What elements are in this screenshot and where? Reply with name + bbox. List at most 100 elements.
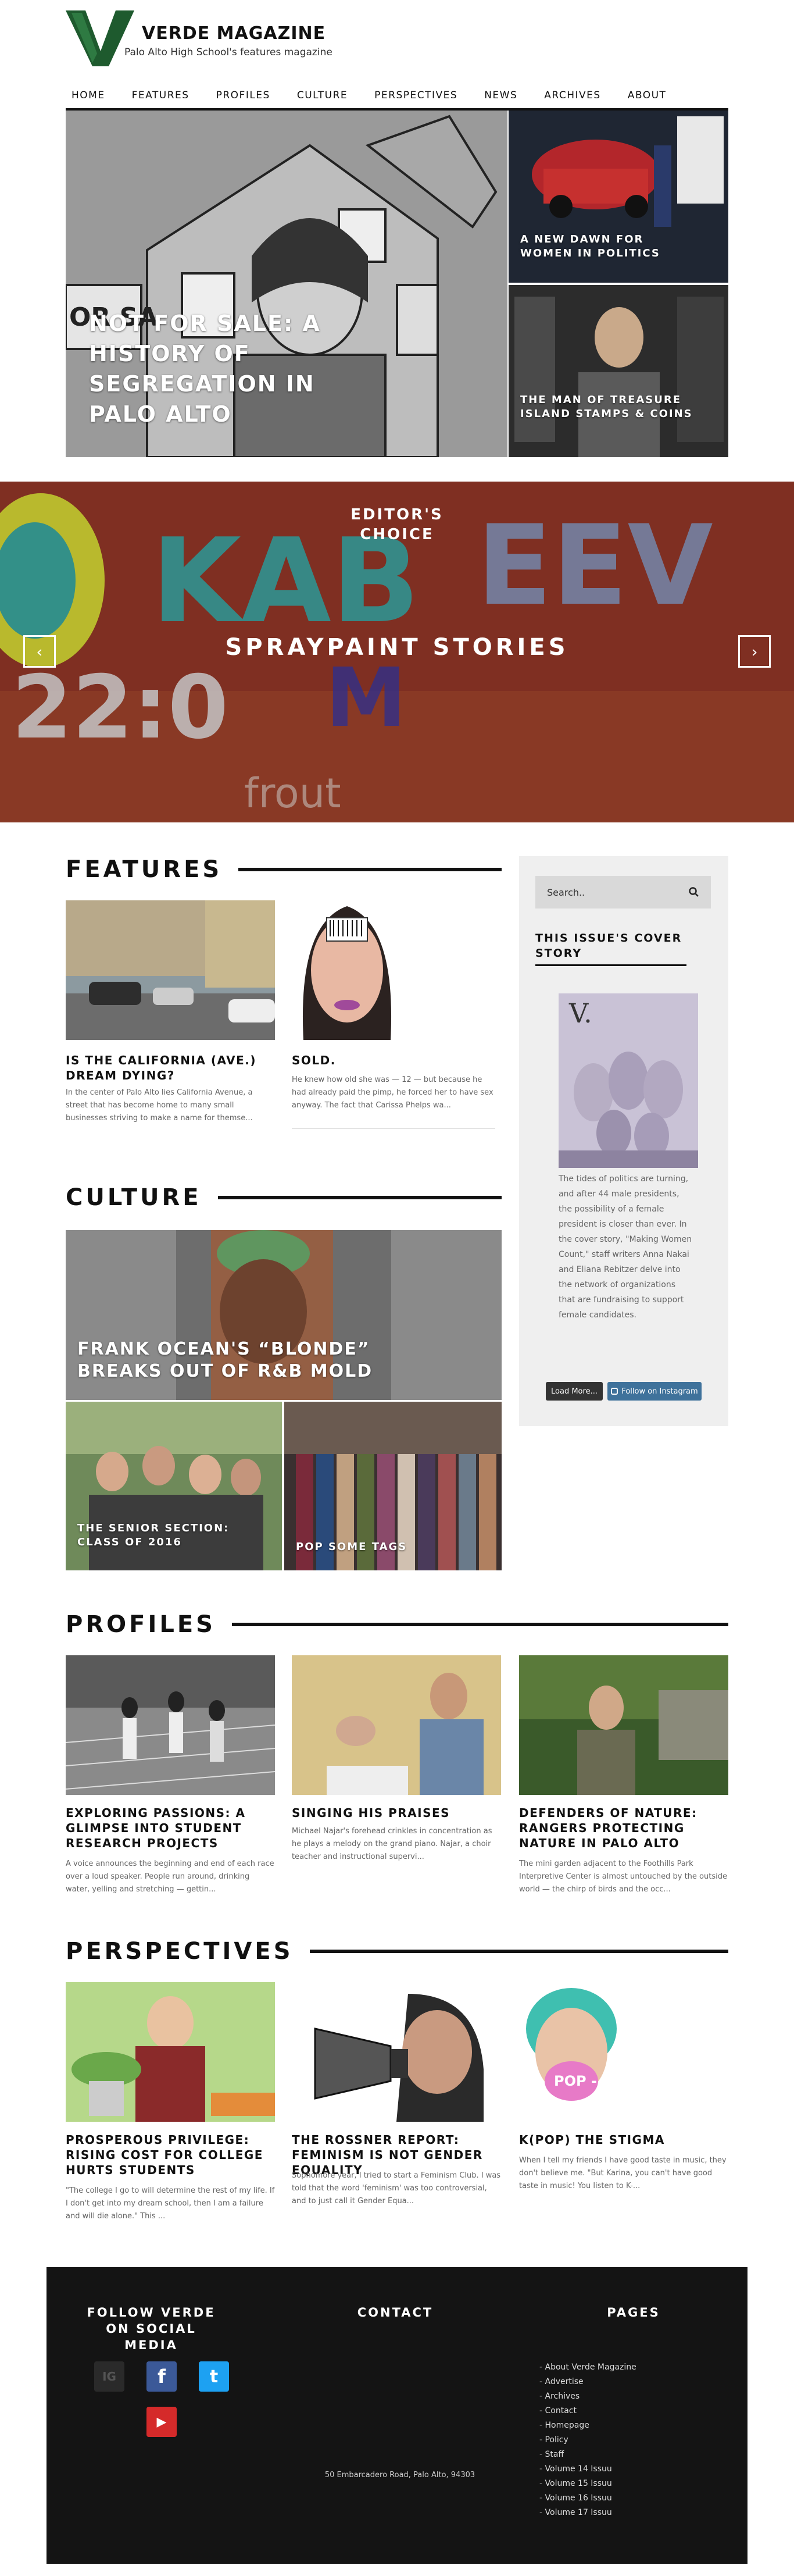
slider-next-button[interactable]: › (738, 635, 771, 668)
profile-card-image[interactable] (519, 1655, 728, 1795)
section-divider (292, 1128, 495, 1129)
section-divider (217, 1196, 502, 1199)
nav-culture[interactable]: CULTURE (297, 90, 348, 101)
perspective-card-image[interactable] (66, 1982, 275, 2122)
follow-instagram-button[interactable]: Follow on Instagram (607, 1382, 702, 1401)
features-heading[interactable]: FEATURES (66, 856, 222, 883)
footer-link[interactable]: Advertise (539, 2375, 636, 2389)
load-more-button[interactable]: Load More... (546, 1382, 603, 1401)
site-name[interactable]: VERDE MAGAZINE (142, 23, 326, 44)
contact-address: 50 Embarcadero Road, Palo Alto, 94303 (324, 2471, 475, 2479)
footer-link[interactable]: Staff (539, 2447, 636, 2462)
kpop-illustration: POP - THE STIGMA (519, 1982, 728, 2122)
perspectives-heading[interactable]: PERSPECTIVES (66, 1938, 294, 1965)
slider-tag: EDITOR'S CHOICE (350, 506, 444, 543)
profile-card-image[interactable] (292, 1655, 501, 1795)
pages-heading: PAGES (607, 2306, 660, 2320)
profile-excerpt: Michael Najar's forehead crinkles in con… (292, 1827, 492, 1861)
instagram-icon[interactable]: IG (94, 2361, 124, 2392)
cover-story-text: The tides of politics are turning, and a… (559, 1174, 692, 1320)
twitter-icon[interactable]: t (199, 2361, 229, 2392)
nav-home[interactable]: HOME (71, 90, 105, 101)
site-tagline: Palo Alto High School's features magazin… (124, 47, 332, 58)
perspective-excerpt: Sophomore year, I tried to start a Femin… (292, 2171, 501, 2206)
main-nav: HOME FEATURES PROFILES CULTURE PERSPECTI… (66, 83, 728, 111)
instagram-icon (611, 1388, 618, 1395)
profile-excerpt: The mini garden adjacent to the Foothill… (519, 1859, 727, 1894)
culture-right-tile[interactable]: POP SOME TAGS (284, 1402, 502, 1570)
hero-bottom-right-title[interactable]: THE MAN OF TREASURE ISLAND STAMPS & COIN… (520, 393, 700, 421)
culture-main-tile[interactable]: FRANK OCEAN'S “BLONDE” BREAKS OUT OF R&B… (66, 1230, 502, 1400)
california-ave-photo (66, 900, 275, 1040)
feature-card-image[interactable] (292, 900, 402, 1040)
slider-prev-button[interactable]: ‹ (23, 635, 56, 668)
footer-link[interactable]: Contact (539, 2404, 636, 2418)
social-heading: FOLLOW VERDE ON SOCIAL MEDIA (87, 2306, 216, 2352)
feature-excerpt: He knew how old she was — 12 — but becau… (292, 1075, 493, 1110)
footer-link[interactable]: Volume 17 Issuu (539, 2506, 636, 2520)
profile-title[interactable]: SINGING HIS PRAISES (292, 1805, 501, 1820)
hero-top-right-title[interactable]: A NEW DAWN FOR WOMEN IN POLITICS (520, 233, 695, 261)
perspective-card-image[interactable]: POP - THE STIGMA (519, 1982, 728, 2122)
feature-excerpt: In the center of Palo Alto lies Californ… (66, 1088, 253, 1123)
hero-main-title[interactable]: NOT FOR SALE: A HISTORY OF SEGREGATION I… (89, 308, 391, 429)
profiles-heading[interactable]: PROFILES (66, 1611, 216, 1638)
profile-title[interactable]: EXPLORING PASSIONS: A GLIMPSE INTO STUDE… (66, 1805, 275, 1851)
feature-title[interactable]: IS THE CALIFORNIA (AVE.) DREAM DYING? (66, 1053, 275, 1083)
footer-link[interactable]: Volume 14 Issuu (539, 2462, 636, 2477)
section-divider (238, 868, 502, 871)
culture-left-tile[interactable]: THE SENIOR SECTION: CLASS OF 2016 (66, 1402, 282, 1570)
perspectives-section-header: PERSPECTIVES (66, 1937, 728, 1966)
sold-illustration (292, 900, 402, 1040)
privilege-illustration (66, 1982, 275, 2122)
perspective-excerpt: "The college I go to will determine the … (66, 2186, 275, 2221)
perspective-title[interactable]: K(POP) THE STIGMA (519, 2132, 728, 2147)
hero-bottom-right-tile[interactable]: THE MAN OF TREASURE ISLAND STAMPS & COIN… (509, 285, 728, 457)
profile-excerpt: A voice announces the beginning and end … (66, 1859, 274, 1894)
culture-section-header: CULTURE (66, 1183, 502, 1212)
nav-profiles[interactable]: PROFILES (216, 90, 270, 101)
footer-link[interactable]: Volume 15 Issuu (539, 2477, 636, 2491)
section-divider (309, 1950, 728, 1953)
footer-link[interactable]: Policy (539, 2433, 636, 2447)
nav-features[interactable]: FEATURES (132, 90, 189, 101)
nav-archives[interactable]: ARCHIVES (544, 90, 600, 101)
contact-heading: CONTACT (357, 2306, 434, 2320)
nav-news[interactable]: NEWS (484, 90, 517, 101)
hero-top-right-tile[interactable]: A NEW DAWN FOR WOMEN IN POLITICS (509, 111, 728, 283)
sidebar: Search.. THIS ISSUE'S COVER STORY V. The… (519, 856, 728, 1426)
search-input[interactable]: Search.. (535, 876, 711, 908)
culture-main-title[interactable]: FRANK OCEAN'S “BLONDE” BREAKS OUT OF R&B… (77, 1338, 438, 1383)
culture-right-title[interactable]: POP SOME TAGS (296, 1540, 470, 1554)
footer-link[interactable]: Homepage (539, 2418, 636, 2433)
cover-image[interactable]: V. (559, 993, 698, 1168)
nav-about[interactable]: ABOUT (628, 90, 667, 101)
slider-title[interactable]: SPRAYPAINT STORIES (0, 634, 794, 661)
profile-title[interactable]: DEFENDERS OF NATURE: RANGERS PROTECTING … (519, 1805, 728, 1851)
profile-card-image[interactable] (66, 1655, 275, 1795)
features-section-header: FEATURES (66, 855, 502, 884)
ranger-photo (519, 1655, 728, 1795)
section-divider (231, 1623, 728, 1626)
nav-perspectives[interactable]: PERSPECTIVES (374, 90, 457, 101)
megaphone-illustration (292, 1982, 501, 2122)
hero-main-tile[interactable]: OR SA NOT FOR SALE: A HISTORY OF SEGREGA… (66, 111, 507, 457)
culture-left-title[interactable]: THE SENIOR SECTION: CLASS OF 2016 (77, 1522, 263, 1549)
feature-card-image[interactable] (66, 900, 275, 1040)
search-icon[interactable] (689, 887, 699, 897)
feature-title[interactable]: SOLD. (292, 1053, 495, 1068)
footer-link[interactable]: Volume 16 Issuu (539, 2491, 636, 2506)
perspective-card-image[interactable] (292, 1982, 501, 2122)
perspective-title[interactable]: PROSPEROUS PRIVILEGE: RISING COST FOR CO… (66, 2132, 275, 2178)
hero-bottom-right-image (509, 285, 728, 457)
facebook-icon[interactable]: f (146, 2361, 177, 2392)
footer-link[interactable]: Archives (539, 2389, 636, 2404)
culture-heading[interactable]: CULTURE (66, 1184, 202, 1211)
profiles-section-header: PROFILES (66, 1610, 728, 1639)
editors-choice-slider[interactable]: KAB EEV 22:0 M frout EDITOR'S CHOICE SPR… (0, 482, 794, 822)
choir-teacher-photo (292, 1655, 501, 1795)
svg-text:V.: V. (568, 997, 592, 1029)
perspective-excerpt: When I tell my friends I have good taste… (519, 2156, 727, 2190)
footer-link[interactable]: About Verde Magazine (539, 2360, 636, 2375)
youtube-icon[interactable]: ▶ (146, 2407, 177, 2437)
